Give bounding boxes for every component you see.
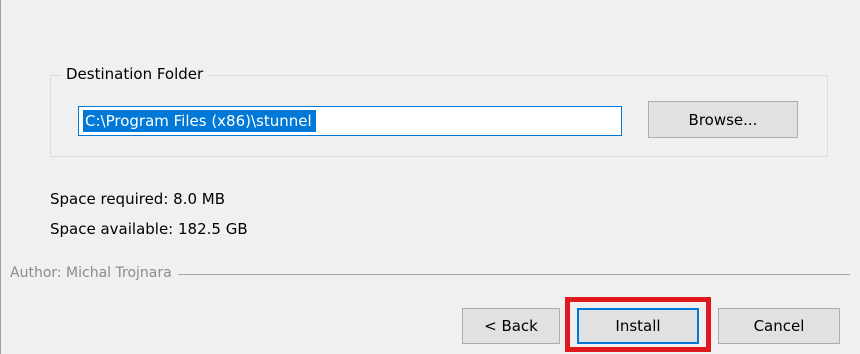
destination-path-value: C:\Program Files (x86)\stunnel xyxy=(83,110,316,132)
destination-folder-label: Destination Folder xyxy=(61,64,209,84)
destination-path-input[interactable]: C:\Program Files (x86)\stunnel xyxy=(78,106,622,136)
back-button[interactable]: < Back xyxy=(462,308,560,344)
space-available-text: Space available: 182.5 GB xyxy=(50,220,248,238)
cancel-button[interactable]: Cancel xyxy=(718,308,840,344)
space-required-text: Space required: 8.0 MB xyxy=(50,190,226,208)
install-button[interactable]: Install xyxy=(577,308,699,344)
browse-button[interactable]: Browse... xyxy=(648,101,798,138)
installer-window: Destination Folder C:\Program Files (x86… xyxy=(0,0,860,354)
author-text: Author: Michal Trojnara xyxy=(10,263,178,283)
window-edge xyxy=(0,0,1,354)
